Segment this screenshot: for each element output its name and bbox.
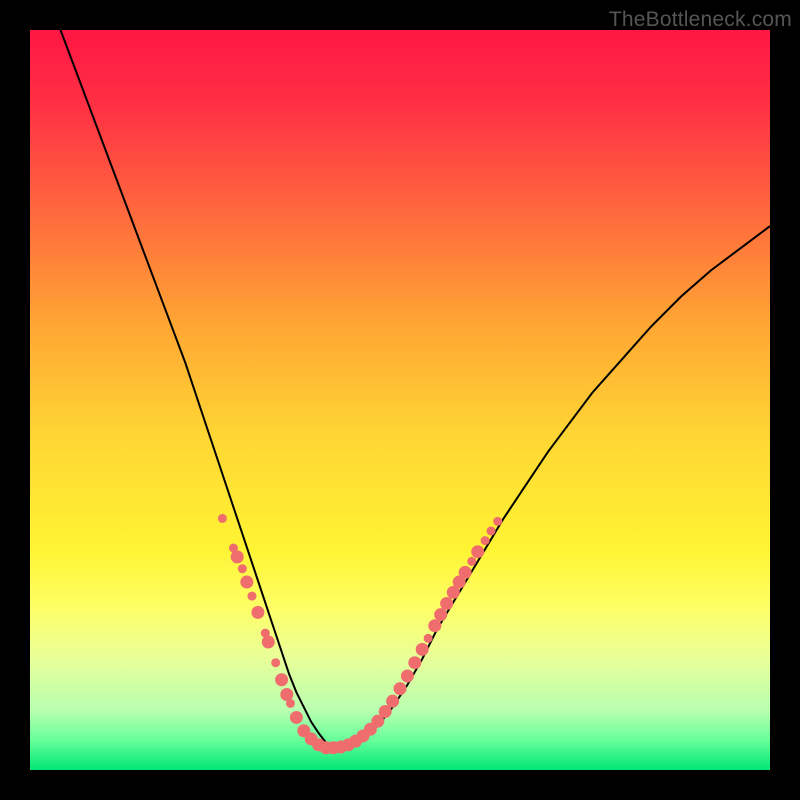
curve-marker (248, 592, 257, 601)
curve-marker (251, 606, 264, 619)
curve-marker (238, 564, 247, 573)
curve-marker (428, 619, 441, 632)
curve-marker (471, 545, 484, 558)
curve-marker (467, 557, 476, 566)
plot-area (30, 30, 770, 770)
curve-marker (386, 695, 399, 708)
curve-marker (240, 576, 253, 589)
curve-marker (218, 514, 227, 523)
curve-marker (493, 517, 502, 526)
curve-marker (434, 608, 447, 621)
curve-marker (408, 656, 421, 669)
bottleneck-curve (52, 30, 770, 748)
curve-marker (275, 673, 288, 686)
curve-marker (459, 566, 472, 579)
curve-marker (394, 682, 407, 695)
curve-marker (271, 658, 280, 667)
watermark-text: TheBottleneck.com (609, 8, 792, 32)
curve-marker (440, 597, 453, 610)
curve-marker (290, 711, 303, 724)
curve-marker (286, 699, 295, 708)
curve-layer (30, 30, 770, 770)
curve-marker (424, 634, 433, 643)
curve-markers (218, 514, 502, 754)
curve-marker (481, 536, 490, 545)
curve-marker (262, 635, 275, 648)
curve-marker (416, 643, 429, 656)
curve-marker (231, 550, 244, 563)
curve-marker (487, 526, 496, 535)
curve-marker (401, 670, 414, 683)
chart-root: TheBottleneck.com (0, 0, 800, 800)
